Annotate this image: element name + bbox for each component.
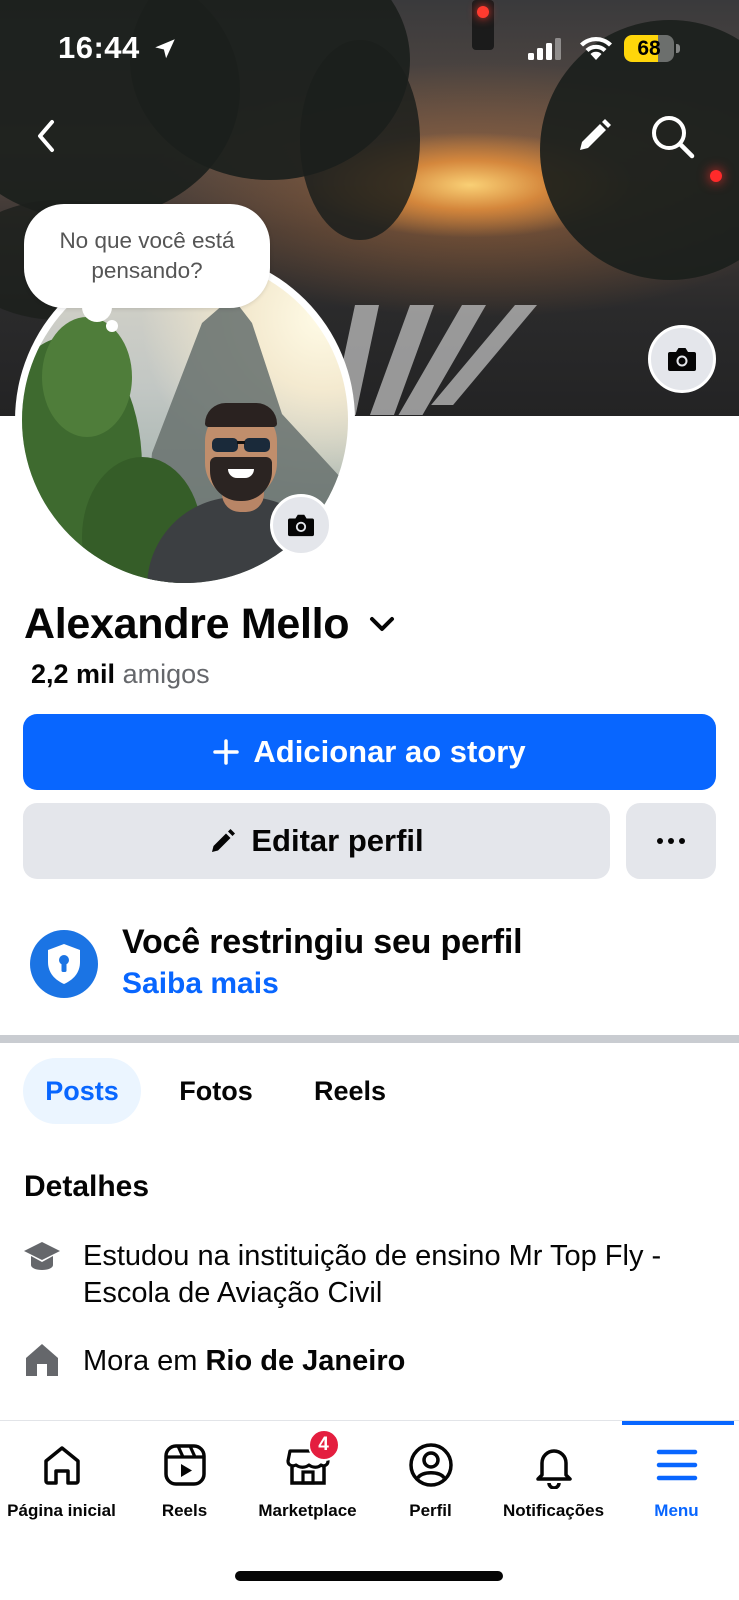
edit-profile-label: Editar perfil (251, 823, 424, 858)
nav-notifications[interactable]: Notificações (492, 1421, 615, 1551)
marketplace-icon-wrap: 4 (284, 1429, 340, 1489)
restricted-profile-title: Você restringiu seu perfil (122, 923, 523, 961)
wifi-icon (580, 37, 612, 60)
traffic-light (472, 0, 494, 50)
home-indicator[interactable] (235, 1571, 503, 1581)
details-heading: Detalhes (24, 1170, 150, 1203)
avatar-camera-button[interactable] (270, 494, 332, 556)
pencil-edit-icon[interactable] (572, 114, 616, 158)
friends-count-label: amigos (122, 659, 210, 689)
edit-profile-button[interactable]: Editar perfil (23, 803, 610, 879)
thought-bubble[interactable]: No que você está pensando? (24, 204, 270, 308)
lives-in-city: Rio de Janeiro (205, 1345, 406, 1377)
tab-fotos[interactable]: Fotos (160, 1058, 272, 1124)
learn-more-link[interactable]: Saiba mais (122, 967, 279, 1001)
add-to-story-button[interactable]: Adicionar ao story (23, 714, 716, 790)
ellipsis-icon (657, 838, 685, 844)
thought-bubble-dot (82, 292, 112, 322)
bell-icon (535, 1449, 572, 1489)
reels-icon (163, 1444, 206, 1486)
thought-bubble-dot (106, 320, 118, 332)
profile-name: Alexandre Mello (24, 599, 350, 648)
menu-icon (656, 1449, 697, 1481)
education-detail[interactable]: Estudou na instituição de ensino Mr Top … (83, 1238, 713, 1312)
home-icon (43, 1446, 80, 1485)
nav-reels-label: Reels (161, 1501, 208, 1520)
pencil-icon (212, 829, 236, 852)
cover-camera-button[interactable] (648, 325, 716, 393)
battery-percent: 68 (637, 37, 661, 60)
add-to-story-label: Adicionar ao story (253, 734, 526, 769)
section-divider (0, 1035, 739, 1043)
home-detail-icon (26, 1344, 58, 1376)
nav-profile-label: Perfil (409, 1501, 452, 1520)
lives-in-prefix: Mora em (83, 1345, 198, 1377)
nav-home[interactable]: Página inicial (0, 1421, 123, 1551)
tab-reels[interactable]: Reels (296, 1058, 404, 1124)
chevron-down-icon[interactable] (365, 607, 399, 641)
camera-icon (288, 514, 314, 537)
nav-reels[interactable]: Reels (123, 1421, 246, 1551)
tab-posts[interactable]: Posts (23, 1058, 141, 1124)
nav-home-label: Página inicial (7, 1501, 116, 1520)
nav-active-indicator (622, 1421, 734, 1425)
status-time: 16:44 (58, 30, 140, 65)
more-options-button[interactable] (626, 803, 716, 879)
back-chevron-icon[interactable] (28, 112, 64, 160)
battery-indicator: 68 (624, 35, 682, 62)
nav-marketplace-label: Marketplace (258, 1501, 357, 1520)
shield-lock-icon (30, 930, 98, 998)
cellular-signal-icon (528, 38, 561, 60)
search-icon[interactable] (648, 112, 696, 160)
friends-count-number: 2,2 mil (31, 659, 116, 689)
traffic-light-glow (710, 170, 722, 182)
camera-icon (668, 348, 696, 371)
lives-in-detail[interactable]: Mora em Rio de Janeiro (83, 1343, 405, 1380)
profile-name-row[interactable]: Alexandre Mello (24, 596, 399, 652)
friends-count[interactable]: 2,2 mil amigos (31, 659, 210, 690)
marketplace-badge: 4 (307, 1429, 340, 1461)
nav-menu[interactable]: Menu (615, 1421, 738, 1551)
location-arrow-icon (155, 39, 175, 59)
profile-icon (408, 1443, 453, 1487)
graduation-cap-icon (24, 1242, 60, 1270)
nav-notifications-label: Notificações (502, 1501, 605, 1520)
nav-menu-label: Menu (654, 1501, 699, 1520)
plus-icon (213, 739, 240, 765)
nav-marketplace[interactable]: 4 Marketplace (246, 1421, 369, 1551)
nav-profile[interactable]: Perfil (369, 1421, 492, 1551)
